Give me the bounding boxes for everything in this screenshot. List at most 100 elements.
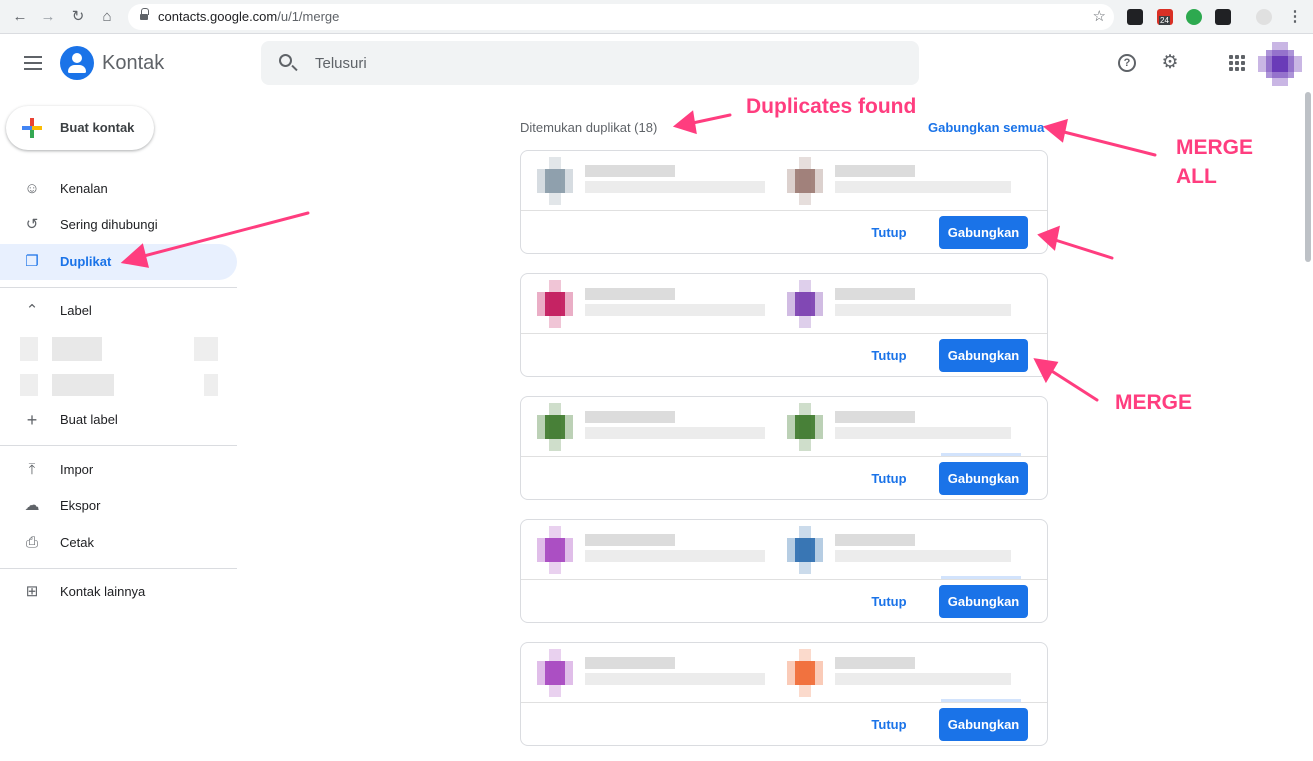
chevron-up-icon: ⌃ — [25, 302, 39, 319]
sidebar-divider — [0, 445, 237, 446]
sidebar-item-label: Kenalan — [60, 181, 108, 196]
contact-detail-blurred — [585, 673, 765, 685]
contact-avatar — [787, 649, 823, 697]
duplicate-contacts-row — [521, 643, 1047, 703]
contact-name-blurred — [835, 657, 915, 669]
sidebar-item-label: Ekspor — [60, 498, 101, 513]
upload-icon: ⤒ — [28, 461, 36, 478]
contact-detail-blurred — [585, 550, 765, 562]
merge-all-button[interactable]: Gabungkan semua — [928, 120, 1044, 135]
reload-icon[interactable]: ↻ — [69, 8, 87, 26]
print-icon: ⎙ — [25, 534, 38, 551]
duplicate-icon: ❐ — [25, 253, 39, 270]
contact-avatar — [537, 526, 573, 574]
contact-name-blurred — [585, 534, 675, 546]
main-content: Ditemukan duplikat (18) Gabungkan semua … — [248, 92, 1298, 761]
contact-name-blurred — [835, 165, 915, 177]
gear-icon[interactable]: ⚙ — [1161, 53, 1179, 72]
sidebar-divider — [0, 568, 237, 569]
label-section-title: Label — [60, 303, 92, 318]
browser-menu-icon[interactable]: ⋮ — [1286, 8, 1304, 26]
sidebar-item-label: Kontak lainnya — [60, 584, 146, 599]
dismiss-button[interactable]: Tutup — [863, 223, 915, 243]
bookmark-star-icon[interactable]: ☆ — [1093, 7, 1106, 25]
back-icon[interactable]: ← — [11, 8, 29, 26]
evernote-extension-icon[interactable] — [1186, 9, 1202, 25]
contact-avatar — [537, 649, 573, 697]
sidebar-divider — [0, 287, 237, 288]
contact-detail-blurred — [835, 304, 1011, 316]
contact-avatar — [787, 526, 823, 574]
dismiss-button[interactable]: Tutup — [863, 469, 915, 489]
contact-avatar — [787, 403, 823, 451]
sidebar-item-label: Impor — [60, 462, 94, 477]
duplicate-contacts-row — [521, 151, 1047, 211]
sidebar-item-label: Cetak — [60, 535, 94, 550]
sidebar-item-export[interactable]: ☁ Ekspor — [0, 488, 237, 524]
sidebar-item-label: Sering dihubungi — [60, 217, 158, 232]
contact-avatar — [787, 157, 823, 205]
help-icon[interactable]: ? — [1118, 54, 1136, 72]
label-item-blurred[interactable] — [0, 371, 237, 401]
merge-button[interactable]: Gabungkan — [939, 462, 1028, 495]
account-avatar[interactable] — [1258, 42, 1302, 86]
contact-avatar — [537, 157, 573, 205]
scrollbar[interactable] — [1305, 92, 1311, 262]
sidebar-item-frequent[interactable]: ↺ Sering dihubungi — [0, 207, 237, 243]
label-section-toggle[interactable]: ⌃ Label — [0, 293, 237, 329]
contact-name-blurred — [835, 534, 915, 546]
sidebar-item-other-contacts[interactable]: ⊞ Kontak lainnya — [0, 574, 237, 610]
sidebar-item-import[interactable]: ⤒ Impor — [0, 452, 237, 488]
selection-indicator — [941, 576, 1021, 579]
calendar-extension-icon[interactable]: 24 — [1157, 9, 1173, 25]
create-contact-button[interactable]: Buat kontak — [6, 106, 154, 150]
sidebar-item-duplicates[interactable]: ❐ Duplikat — [0, 244, 237, 280]
search-input[interactable] — [315, 52, 895, 74]
sidebar: Buat kontak ☺ Kenalan ↺ Sering dihubungi… — [0, 92, 248, 761]
profile-icon[interactable] — [1256, 9, 1272, 25]
address-bar[interactable]: contacts.google.com/u/1/merge ☆ — [128, 4, 1114, 30]
annotation-merge-all-line2: ALL — [1176, 165, 1217, 188]
dismiss-button[interactable]: Tutup — [863, 592, 915, 612]
merge-button[interactable]: Gabungkan — [939, 708, 1028, 741]
search-icon[interactable] — [279, 54, 292, 67]
app-header: Kontak ? ⚙ — [0, 34, 1313, 92]
sidebar-item-label: Duplikat — [60, 254, 112, 269]
merge-button[interactable]: Gabungkan — [939, 585, 1028, 618]
duplicate-card: Tutup Gabungkan — [520, 273, 1048, 377]
create-label-item[interactable]: + Buat label — [0, 402, 237, 438]
plus-icon: + — [26, 410, 38, 430]
url-text: contacts.google.com/u/1/merge — [158, 9, 340, 24]
duplicates-count: Ditemukan duplikat (18) — [520, 120, 658, 135]
merge-button[interactable]: Gabungkan — [939, 216, 1028, 249]
label-item-blurred[interactable] — [0, 335, 237, 365]
menu-icon[interactable] — [24, 56, 42, 70]
contact-detail-blurred — [835, 550, 1011, 562]
duplicate-card: Tutup Gabungkan — [520, 642, 1048, 746]
annotation-merge-all-line1: MERGE — [1176, 136, 1254, 159]
contact-avatar — [787, 280, 823, 328]
contact-name-blurred — [585, 288, 675, 300]
contact-avatar — [537, 403, 573, 451]
person-icon: ☺ — [24, 180, 40, 197]
duplicate-contacts-row — [521, 520, 1047, 580]
app-title: Kontak — [102, 52, 165, 74]
home-icon[interactable]: ⌂ — [98, 8, 116, 26]
sidebar-item-print[interactable]: ⎙ Cetak — [0, 525, 237, 561]
table-extension-icon[interactable] — [1215, 9, 1231, 25]
dismiss-button[interactable]: Tutup — [863, 346, 915, 366]
duplicate-card: Tutup Gabungkan — [520, 150, 1048, 254]
contact-detail-blurred — [835, 181, 1011, 193]
merge-button[interactable]: Gabungkan — [939, 339, 1028, 372]
contacts-logo-icon — [60, 46, 94, 80]
forward-icon[interactable]: → — [39, 8, 57, 26]
create-contact-label: Buat kontak — [60, 120, 135, 135]
extension-icon[interactable] — [1127, 9, 1143, 25]
contact-detail-blurred — [835, 427, 1011, 439]
contact-avatar — [537, 280, 573, 328]
duplicate-contacts-row — [521, 397, 1047, 457]
dismiss-button[interactable]: Tutup — [863, 715, 915, 735]
sidebar-item-contacts[interactable]: ☺ Kenalan — [0, 171, 237, 207]
apps-grid-icon[interactable] — [1229, 55, 1245, 71]
search-bar[interactable] — [261, 41, 919, 85]
